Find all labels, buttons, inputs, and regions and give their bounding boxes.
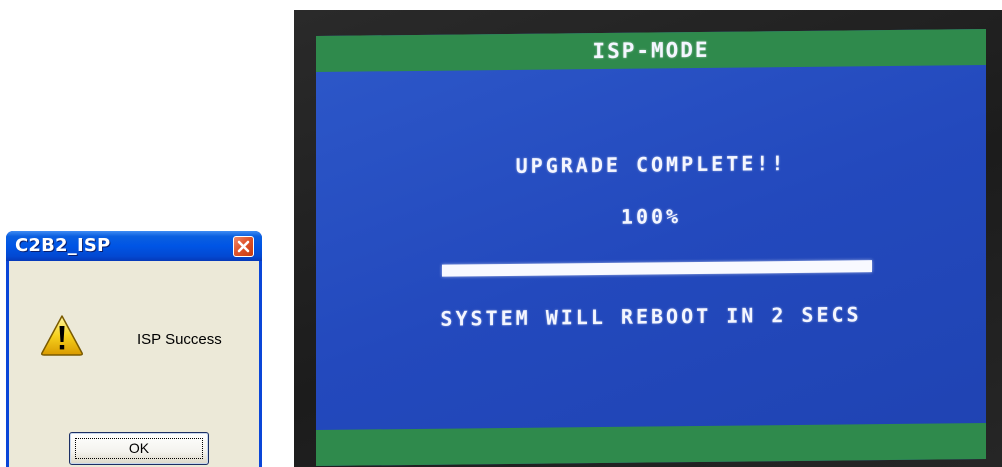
osd-screen: ISP-MODE UPGRADE COMPLETE!! 100% SYSTEM … [316, 28, 986, 466]
dialog-titlebar[interactable]: C2B2_ISP [6, 231, 262, 261]
dialog-message: ISP Success [137, 331, 222, 348]
osd-progress-percent: 100% [620, 204, 682, 229]
screenshot-canvas: C2B2_ISP ISP Success OK ISP-MODE UPGRADE… [0, 0, 1002, 467]
ok-button[interactable]: OK [69, 432, 209, 465]
osd-status-text: UPGRADE COMPLETE!! [515, 151, 787, 178]
close-icon [237, 240, 250, 253]
ok-button-label: OK [128, 440, 150, 456]
warning-icon [41, 315, 83, 356]
osd-progress-fill [442, 260, 872, 277]
osd-reboot-message: SYSTEM WILL REBOOT IN 2 SECS [440, 302, 862, 331]
dialog-close-button[interactable] [233, 236, 254, 257]
isp-dialog-window: C2B2_ISP ISP Success OK [6, 231, 262, 467]
osd-progress-bar [442, 260, 872, 277]
dialog-body: ISP Success OK [9, 261, 259, 467]
monitor-photo: ISP-MODE UPGRADE COMPLETE!! 100% SYSTEM … [294, 10, 1002, 467]
osd-footer-bar [316, 422, 986, 466]
dialog-title: C2B2_ISP [15, 235, 111, 256]
